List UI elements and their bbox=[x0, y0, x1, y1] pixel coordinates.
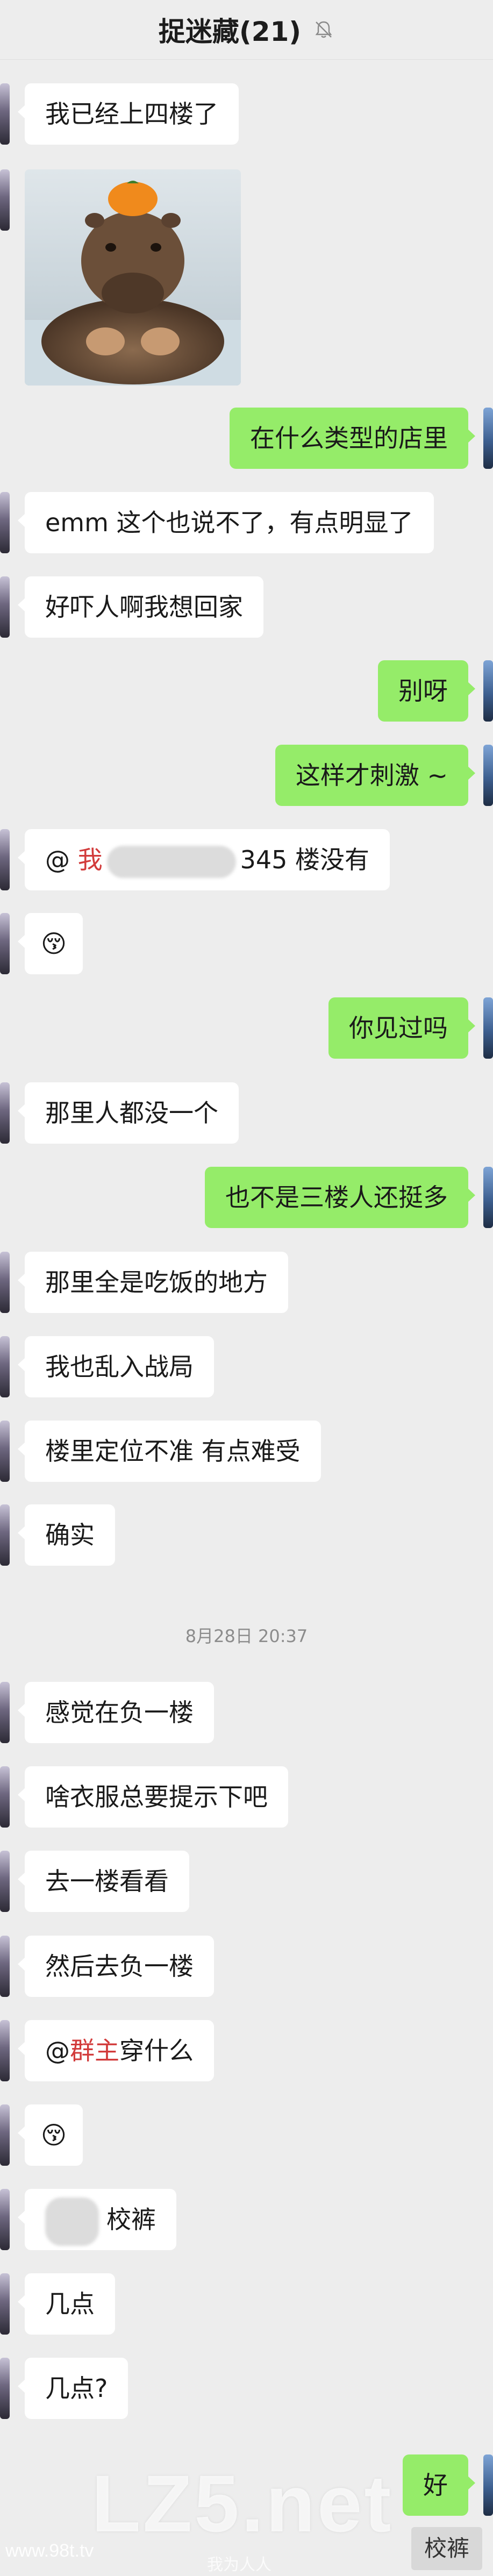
message-bubble[interactable]: 啥衣服总要提示下吧 bbox=[18, 1766, 288, 1828]
message-bubble[interactable]: @群主穿什么 bbox=[18, 2020, 214, 2081]
message-bubble[interactable]: 几点 bbox=[18, 2273, 115, 2335]
avatar[interactable] bbox=[483, 660, 493, 722]
avatar[interactable] bbox=[0, 1936, 10, 1997]
message-bubble[interactable]: 确实 bbox=[18, 1504, 115, 1566]
message-bubble[interactable]: 😚 bbox=[18, 2104, 83, 2166]
avatar[interactable] bbox=[0, 1504, 10, 1566]
avatar[interactable] bbox=[0, 1421, 10, 1482]
message-bubble[interactable]: 在什么类型的店里 bbox=[230, 408, 475, 469]
avatar[interactable] bbox=[0, 83, 10, 145]
avatar[interactable] bbox=[0, 913, 10, 974]
avatar[interactable] bbox=[0, 2104, 10, 2166]
watermark: LZ5.net bbox=[91, 2458, 394, 2549]
message-bubble[interactable]: 也不是三楼人还挺多 bbox=[205, 1167, 475, 1228]
message-bubble[interactable]: 😚 bbox=[18, 913, 83, 974]
blurred-name bbox=[106, 845, 236, 878]
avatar[interactable] bbox=[0, 2273, 10, 2335]
message-bubble[interactable]: 校裤 bbox=[18, 2189, 176, 2250]
avatar[interactable] bbox=[0, 169, 10, 231]
avatar[interactable] bbox=[0, 2020, 10, 2081]
message-bubble[interactable]: 感觉在负一楼 bbox=[18, 1682, 214, 1743]
message-bubble[interactable]: 然后去负一楼 bbox=[18, 1936, 214, 1997]
mention[interactable]: 我 bbox=[78, 845, 103, 874]
avatar[interactable] bbox=[0, 1682, 10, 1743]
message-bubble[interactable]: 我已经上四楼了 bbox=[18, 83, 239, 145]
avatar[interactable] bbox=[0, 1766, 10, 1828]
avatar[interactable] bbox=[0, 1252, 10, 1313]
avatar[interactable] bbox=[0, 576, 10, 638]
avatar[interactable] bbox=[483, 1167, 493, 1228]
mention[interactable]: 群主 bbox=[70, 2036, 119, 2065]
avatar[interactable] bbox=[483, 745, 493, 806]
capybara-photo-icon bbox=[25, 169, 241, 386]
message-bubble[interactable]: 几点? bbox=[17, 2358, 128, 2419]
message-bubble[interactable]: @ 我 345 楼没有 bbox=[17, 829, 390, 890]
message-bubble[interactable]: 那里人都没一个 bbox=[18, 1082, 239, 1144]
avatar[interactable] bbox=[0, 1082, 10, 1144]
avatar[interactable] bbox=[483, 408, 493, 469]
chat-title[interactable]: 捉迷藏(21) bbox=[159, 10, 301, 49]
avatar[interactable] bbox=[483, 997, 493, 1059]
watermark-sub: 我为人人 bbox=[207, 2556, 271, 2574]
avatar[interactable] bbox=[0, 1851, 10, 1912]
message-bubble[interactable]: 我也乱入战局 bbox=[18, 1336, 214, 1397]
emoji-icon: 😚 bbox=[41, 2121, 67, 2150]
avatar[interactable] bbox=[0, 2189, 10, 2250]
message-bubble[interactable]: 那里全是吃饭的地方 bbox=[18, 1252, 288, 1313]
message-bubble[interactable]: emm 这个也说不了，有点明显了 bbox=[18, 492, 434, 553]
capybara-image-message[interactable] bbox=[25, 169, 241, 386]
timestamp: 8月28日 20:37 bbox=[185, 1626, 308, 1646]
avatar[interactable] bbox=[0, 1336, 10, 1397]
emoji-icon: 😚 bbox=[41, 929, 67, 958]
bell-muted-icon bbox=[315, 21, 332, 38]
message-bubble[interactable]: 去一楼看看 bbox=[18, 1851, 189, 1912]
watermark-url: www.98t.tv bbox=[5, 2541, 94, 2561]
avatar[interactable] bbox=[0, 829, 10, 890]
message-bubble[interactable]: 好 bbox=[403, 2454, 475, 2516]
message-bubble[interactable]: 好吓人啊我想回家 bbox=[18, 576, 263, 638]
quote-tag[interactable]: 校裤 bbox=[411, 2527, 482, 2570]
message-bubble[interactable]: 这样才刺激 ~ bbox=[275, 745, 476, 806]
avatar[interactable] bbox=[0, 492, 10, 553]
blurred-name bbox=[45, 2197, 99, 2246]
avatar[interactable] bbox=[0, 2358, 10, 2419]
chat-header: 捉迷藏(21) bbox=[0, 0, 493, 60]
message-bubble[interactable]: 楼里定位不准 有点难受 bbox=[18, 1421, 321, 1482]
message-bubble[interactable]: 你见过吗 bbox=[328, 997, 475, 1059]
avatar[interactable] bbox=[483, 2454, 493, 2516]
message-bubble[interactable]: 别呀 bbox=[378, 660, 475, 722]
